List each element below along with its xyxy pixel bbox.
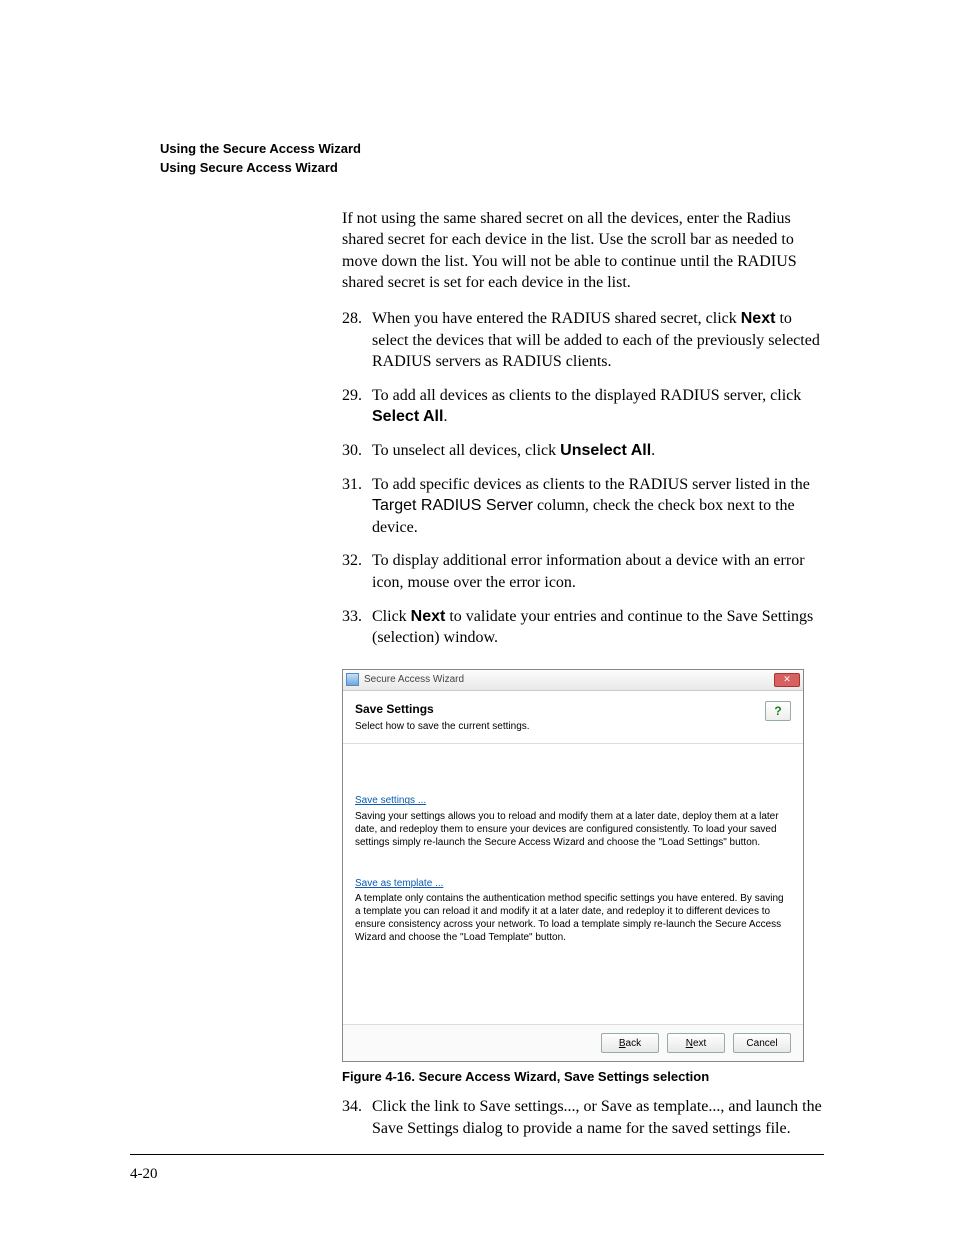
step-number: 29. [342, 385, 372, 428]
save-settings-link[interactable]: Save settings ... [355, 794, 426, 808]
help-button[interactable]: ? [765, 701, 791, 721]
save-as-template-link[interactable]: Save as template ... [355, 877, 443, 891]
running-header: Using the Secure Access Wizard Using Sec… [160, 140, 824, 178]
dialog-body: Save settings ... Saving your settings a… [343, 744, 803, 1024]
close-button[interactable]: ✕ [774, 673, 800, 687]
next-button[interactable]: Next [667, 1033, 725, 1053]
dialog-subtitle: Select how to save the current settings. [355, 720, 765, 734]
step-31: 31. To add specific devices as clients t… [342, 474, 824, 539]
step-29: 29. To add all devices as clients to the… [342, 385, 824, 428]
step-text: To add all devices as clients to the dis… [372, 385, 824, 428]
step-number: 32. [342, 550, 372, 593]
intro-paragraph: If not using the same shared secret on a… [342, 208, 824, 294]
window-icon [346, 673, 359, 686]
save-settings-description: Saving your settings allows you to reloa… [355, 810, 791, 849]
step-text: To add specific devices as clients to th… [372, 474, 824, 539]
save-as-template-description: A template only contains the authenticat… [355, 892, 791, 944]
header-line-2: Using Secure Access Wizard [160, 159, 824, 178]
back-button[interactable]: Back [601, 1033, 659, 1053]
save-settings-dialog: Secure Access Wizard ✕ Save Settings Sel… [342, 669, 804, 1063]
dialog-footer: Back Next Cancel [343, 1024, 803, 1061]
step-text: Click Next to validate your entries and … [372, 606, 824, 649]
step-32: 32. To display additional error informat… [342, 550, 824, 593]
header-line-1: Using the Secure Access Wizard [160, 140, 824, 159]
step-34: 34. Click the link to Save settings..., … [342, 1096, 824, 1139]
dialog-titlebar[interactable]: Secure Access Wizard ✕ [343, 670, 803, 691]
step-text: To unselect all devices, click Unselect … [372, 440, 824, 462]
body-content: If not using the same shared secret on a… [342, 208, 824, 1140]
help-icon: ? [774, 703, 781, 719]
step-number: 34. [342, 1096, 372, 1139]
cancel-button[interactable]: Cancel [733, 1033, 791, 1053]
step-text: To display additional error information … [372, 550, 824, 593]
footer-rule [130, 1154, 824, 1155]
step-number: 30. [342, 440, 372, 462]
step-number: 33. [342, 606, 372, 649]
figure-4-16: Secure Access Wizard ✕ Save Settings Sel… [342, 669, 802, 1086]
dialog-header: Save Settings Select how to save the cur… [343, 691, 803, 745]
step-text: Click the link to Save settings..., or S… [372, 1096, 824, 1139]
step-number: 31. [342, 474, 372, 539]
step-text: When you have entered the RADIUS shared … [372, 308, 824, 373]
step-number: 28. [342, 308, 372, 373]
step-33: 33. Click Next to validate your entries … [342, 606, 824, 649]
page-number: 4-20 [130, 1166, 158, 1183]
dialog-title: Save Settings [355, 701, 765, 717]
step-28: 28. When you have entered the RADIUS sha… [342, 308, 824, 373]
dialog-window-title: Secure Access Wizard [364, 673, 774, 687]
step-30: 30. To unselect all devices, click Unsel… [342, 440, 824, 462]
figure-caption: Figure 4-16. Secure Access Wizard, Save … [342, 1068, 802, 1086]
close-icon: ✕ [783, 675, 791, 684]
